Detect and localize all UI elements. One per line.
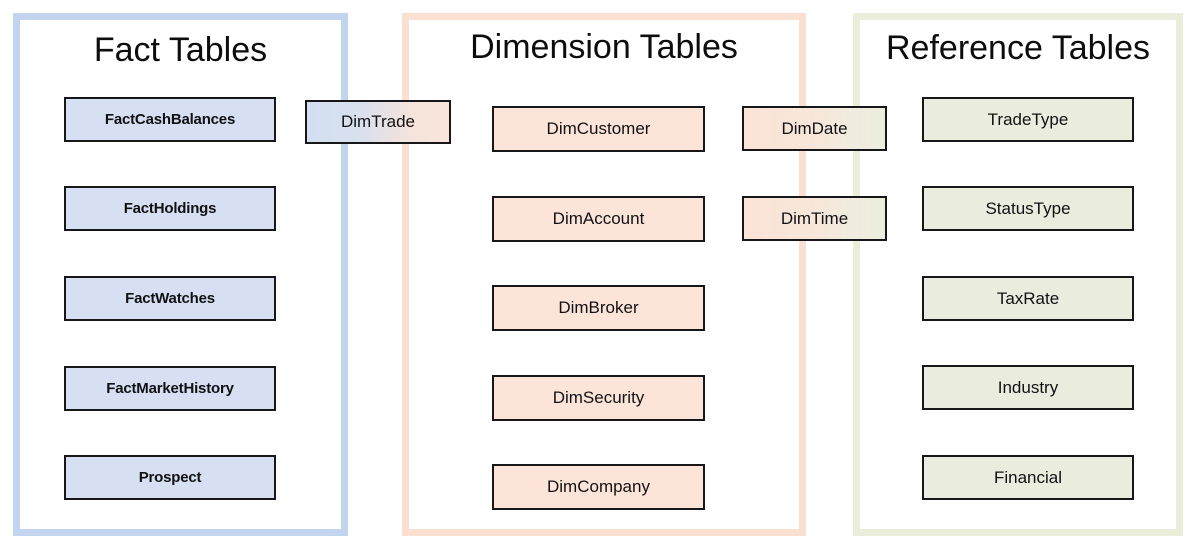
table-box-dimaccount[interactable]: DimAccount — [492, 196, 705, 242]
group-title-dimension-tables: Dimension Tables — [470, 28, 738, 66]
group-container-dimension-tables — [402, 13, 806, 536]
schema-diagram: Fact Tables FactCashBalances FactHolding… — [0, 0, 1200, 557]
table-box-factcashbalances[interactable]: FactCashBalances — [64, 97, 276, 142]
table-label: DimAccount — [552, 209, 645, 228]
table-label: DimBroker — [558, 298, 639, 317]
table-label: TaxRate — [996, 288, 1060, 308]
table-label: FactWatches — [125, 290, 215, 307]
table-label: DimDate — [781, 118, 848, 138]
table-label: DimCompany — [547, 477, 650, 496]
table-label: StatusType — [985, 198, 1071, 218]
group-title-reference-tables: Reference Tables — [886, 29, 1150, 67]
table-label: FactMarketHistory — [106, 380, 234, 397]
table-label: DimCustomer — [546, 119, 651, 138]
table-label: Industry — [997, 377, 1059, 397]
table-label: DimTrade — [341, 112, 415, 131]
table-box-dimcompany[interactable]: DimCompany — [492, 464, 705, 510]
table-label: TradeType — [987, 109, 1069, 129]
table-label: FactCashBalances — [104, 111, 236, 128]
table-box-financial[interactable]: Financial — [922, 455, 1134, 500]
table-label: Prospect — [138, 469, 202, 486]
table-box-statustype[interactable]: StatusType — [922, 186, 1134, 231]
table-box-factmarkethistory[interactable]: FactMarketHistory — [64, 366, 276, 411]
table-box-prospect[interactable]: Prospect — [64, 455, 276, 500]
table-box-tradetype[interactable]: TradeType — [922, 97, 1134, 142]
table-box-dimdate[interactable]: DimDate — [742, 106, 887, 151]
table-label: DimSecurity — [552, 388, 645, 407]
table-label: Financial — [993, 467, 1063, 487]
table-box-taxrate[interactable]: TaxRate — [922, 276, 1134, 321]
table-box-dimtrade[interactable]: DimTrade — [305, 100, 451, 144]
table-label: FactHoldings — [123, 200, 217, 217]
table-box-factholdings[interactable]: FactHoldings — [64, 186, 276, 231]
table-box-dimcustomer[interactable]: DimCustomer — [492, 106, 705, 152]
table-box-industry[interactable]: Industry — [922, 365, 1134, 410]
table-box-dimtime[interactable]: DimTime — [742, 196, 887, 241]
table-box-dimsecurity[interactable]: DimSecurity — [492, 375, 705, 421]
group-title-fact-tables: Fact Tables — [93, 31, 268, 69]
table-label: DimTime — [780, 208, 849, 228]
table-box-factwatches[interactable]: FactWatches — [64, 276, 276, 321]
table-box-dimbroker[interactable]: DimBroker — [492, 285, 705, 331]
